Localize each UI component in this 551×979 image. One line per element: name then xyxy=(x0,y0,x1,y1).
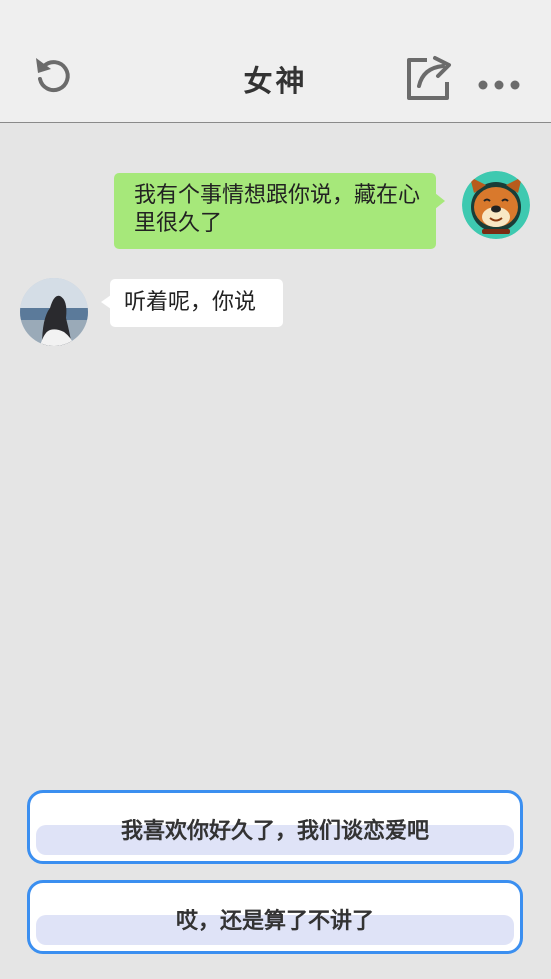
her-message-bubble: 听着呢，你说 xyxy=(101,279,283,327)
more-button[interactable] xyxy=(476,70,522,100)
choice-button-confess[interactable]: 我喜欢你好久了，我们谈恋爱吧 xyxy=(27,790,523,864)
share-icon xyxy=(407,56,451,100)
her-avatar[interactable] xyxy=(20,278,88,346)
page-title: 女神 xyxy=(243,64,308,98)
my-avatar[interactable] xyxy=(462,171,530,239)
choice-label: 我喜欢你好久了，我们谈恋爱吧 xyxy=(120,819,429,844)
more-icon xyxy=(478,80,520,90)
my-message-bubble: 我有个事情想跟你说，藏在心里很久了 xyxy=(114,173,445,249)
share-button[interactable] xyxy=(402,53,454,103)
choice-button-give-up[interactable]: 哎，还是算了不讲了 xyxy=(27,880,523,954)
app-header: 女神 xyxy=(0,0,551,123)
dog-avatar xyxy=(462,171,530,239)
choice-label: 哎，还是算了不讲了 xyxy=(175,909,374,934)
girl-avatar xyxy=(20,278,88,346)
